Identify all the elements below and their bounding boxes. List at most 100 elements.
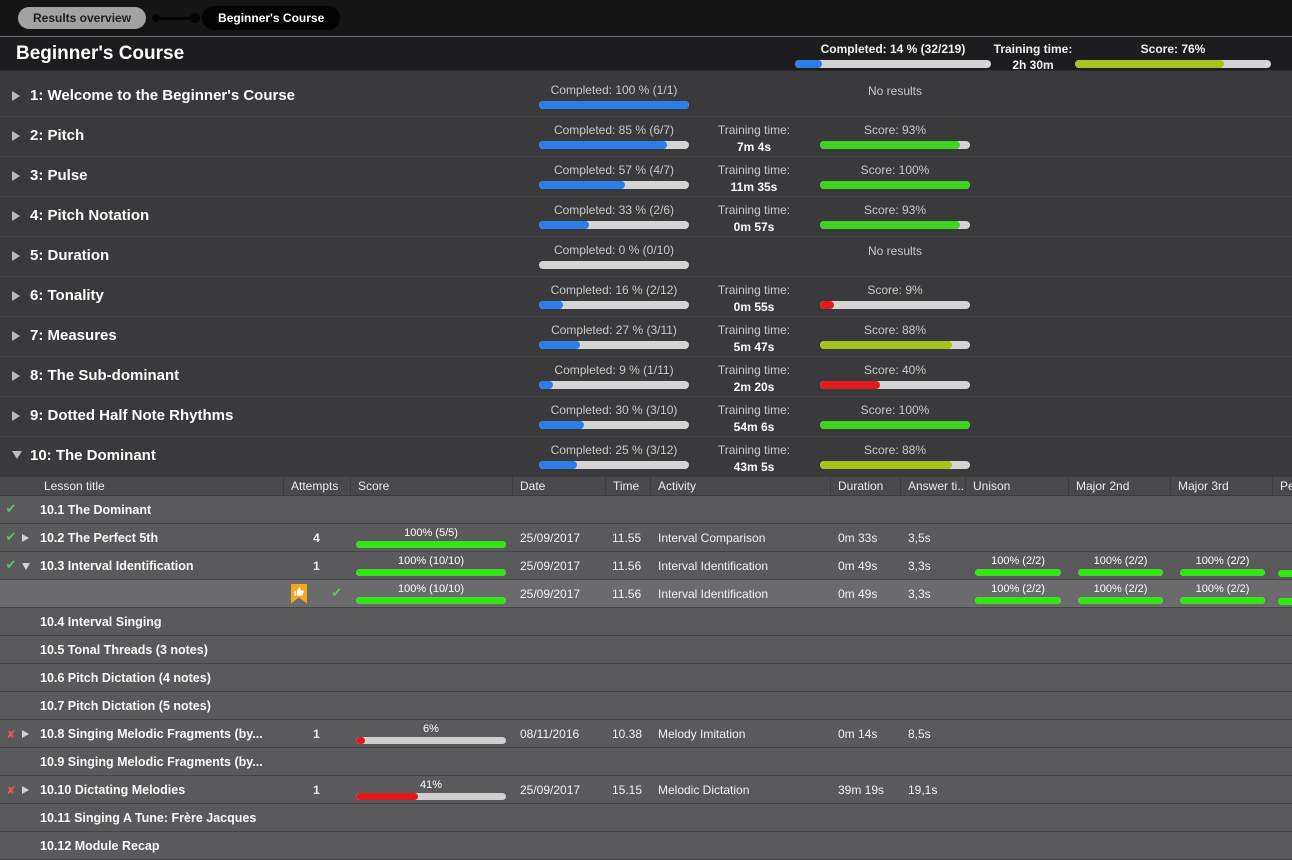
score-bar [356, 569, 506, 576]
column-header-date[interactable]: Date [512, 477, 605, 496]
expand-arrow-icon[interactable] [12, 91, 20, 101]
expand-arrow-icon[interactable] [12, 131, 20, 141]
score-label: Score: 93% [820, 203, 970, 217]
major-3rd-score-cell: 100% (2/2) [1180, 583, 1265, 604]
section-row-4[interactable]: 4: Pitch Notation Completed: 33 % (2/6) … [0, 197, 1292, 237]
column-header-score[interactable]: Score [350, 477, 512, 496]
column-header-lesson-title[interactable]: Lesson title [0, 477, 283, 496]
completed-label: Completed: 27 % (3/11) [539, 323, 689, 337]
expand-arrow-icon[interactable] [12, 411, 20, 421]
section-title[interactable]: 2: Pitch [30, 127, 84, 144]
section-title[interactable]: 3: Pulse [30, 167, 88, 184]
section-row-10[interactable]: 10: The Dominant Completed: 25 % (3/12) … [0, 437, 1292, 477]
section-row-3[interactable]: 3: Pulse Completed: 57 % (4/7) Training … [0, 157, 1292, 197]
section-row-5[interactable]: 5: Duration Completed: 0 % (0/10) No res… [0, 237, 1292, 277]
collapse-arrow-icon[interactable] [22, 563, 30, 570]
section-title[interactable]: 7: Measures [30, 327, 117, 344]
expand-arrow-icon[interactable] [22, 534, 29, 542]
unison-score-bar-fill [975, 597, 1061, 604]
attempt-subrow[interactable]: ✔ 100% (10/10) 25/09/2017 11.56 Interval… [0, 580, 1292, 608]
column-header-unison[interactable]: Unison [965, 477, 1068, 496]
completed-progress-bar [539, 141, 689, 149]
score-progress-bar [820, 421, 970, 429]
score-label: Score: 40% [820, 363, 970, 377]
collapse-arrow-icon[interactable] [12, 451, 22, 459]
section-title[interactable]: 1: Welcome to the Beginner's Course [30, 87, 295, 104]
table-row[interactable]: ✔ 10.3 Interval Identification 1 100% (1… [0, 552, 1292, 580]
lesson-title: 10.1 The Dominant [40, 503, 283, 517]
table-row[interactable]: ✔ 10.2 The Perfect 5th 4 100% (5/5) 25/0… [0, 524, 1292, 552]
score-progress-fill [820, 381, 880, 389]
column-header-activity[interactable]: Activity [650, 477, 830, 496]
table-row[interactable]: 10.6 Pitch Dictation (4 notes) [0, 664, 1292, 692]
results-overview-button[interactable]: Results overview [18, 7, 146, 29]
expand-arrow-icon[interactable] [12, 291, 20, 301]
table-row[interactable]: 10.11 Singing A Tune: Frère Jacques [0, 804, 1292, 832]
fail-x-icon: ✘ [6, 728, 15, 741]
score-value: 100% (10/10) [356, 555, 506, 567]
completed-progress-fill [795, 60, 822, 68]
score-bar [356, 541, 506, 548]
table-row[interactable]: ✔ 10.1 The Dominant [0, 496, 1292, 524]
column-header-answer-time[interactable]: Answer ti... [900, 477, 965, 496]
expand-arrow-icon[interactable] [12, 371, 20, 381]
completed-label: Completed: 0 % (0/10) [539, 243, 689, 257]
section-row-6[interactable]: 6: Tonality Completed: 16 % (2/12) Train… [0, 277, 1292, 317]
connector-line [160, 17, 190, 20]
table-row[interactable]: 10.9 Singing Melodic Fragments (by... [0, 748, 1292, 776]
date-value: 25/09/2017 [512, 783, 605, 797]
section-row-1[interactable]: 1: Welcome to the Beginner's Course Comp… [0, 77, 1292, 117]
section-title[interactable]: 9: Dotted Half Note Rhythms [30, 407, 233, 424]
section-title[interactable]: 8: The Sub-dominant [30, 367, 179, 384]
section-title[interactable]: 5: Duration [30, 247, 109, 264]
course-tab-button[interactable]: Beginner's Course [202, 6, 340, 30]
table-row[interactable]: 10.5 Tonal Threads (3 notes) [0, 636, 1292, 664]
score-label: Score: 100% [820, 403, 970, 417]
answer-time-value: 8,5s [900, 727, 965, 741]
perfect-score-bar-partial [1278, 598, 1292, 605]
table-row[interactable]: ✘ 10.8 Singing Melodic Fragments (by... … [0, 720, 1292, 748]
table-row[interactable]: 10.12 Module Recap [0, 832, 1292, 860]
column-header-duration[interactable]: Duration [830, 477, 900, 496]
lesson-table: Lesson title Attempts Score Date Time Ac… [0, 477, 1292, 860]
section-row-8[interactable]: 8: The Sub-dominant Completed: 9 % (1/11… [0, 357, 1292, 397]
expand-arrow-icon[interactable] [12, 331, 20, 341]
section-title[interactable]: 6: Tonality [30, 287, 104, 304]
major-3rd-score-cell: 100% (2/2) [1180, 555, 1265, 576]
table-row[interactable]: ✘ 10.10 Dictating Melodies 1 41% 25/09/2… [0, 776, 1292, 804]
major-3rd-score-bar [1180, 597, 1265, 604]
lesson-title: 10.7 Pitch Dictation (5 notes) [40, 699, 283, 713]
column-header-major-3rd[interactable]: Major 3rd [1170, 477, 1272, 496]
completed-label: Completed: 25 % (3/12) [539, 443, 689, 457]
lesson-title: 10.11 Singing A Tune: Frère Jacques [40, 811, 283, 825]
completed-progress-fill [539, 141, 667, 149]
attempts-value: 4 [283, 531, 350, 545]
time-value: 10.38 [605, 727, 650, 741]
section-list: 1: Welcome to the Beginner's Course Comp… [0, 71, 1292, 477]
score-value: 100% (10/10) [356, 583, 506, 595]
column-header-major-2nd[interactable]: Major 2nd [1068, 477, 1170, 496]
table-row[interactable]: 10.4 Interval Singing [0, 608, 1292, 636]
expand-arrow-icon[interactable] [12, 171, 20, 181]
score-bar-fill [356, 569, 506, 576]
section-score-stat: Score: 93% [820, 123, 970, 149]
major-2nd-score-value: 100% (2/2) [1078, 583, 1163, 595]
section-title[interactable]: 10: The Dominant [30, 447, 156, 464]
column-header-perfect[interactable]: Pe... [1272, 477, 1292, 496]
section-title[interactable]: 4: Pitch Notation [30, 207, 149, 224]
breadcrumb-connector [152, 13, 200, 23]
expand-arrow-icon[interactable] [22, 730, 29, 738]
lesson-title: 10.9 Singing Melodic Fragments (by... [40, 755, 283, 769]
section-row-7[interactable]: 7: Measures Completed: 27 % (3/11) Train… [0, 317, 1292, 357]
column-header-time[interactable]: Time [605, 477, 650, 496]
course-header: Beginner's Course Completed: 14 % (32/21… [0, 36, 1292, 71]
expand-arrow-icon[interactable] [22, 786, 29, 794]
section-row-9[interactable]: 9: Dotted Half Note Rhythms Completed: 3… [0, 397, 1292, 437]
table-row[interactable]: 10.7 Pitch Dictation (5 notes) [0, 692, 1292, 720]
column-header-attempts[interactable]: Attempts [283, 477, 350, 496]
section-row-2[interactable]: 2: Pitch Completed: 85 % (6/7) Training … [0, 117, 1292, 157]
expand-arrow-icon[interactable] [12, 211, 20, 221]
score-bar-fill [356, 737, 365, 744]
expand-arrow-icon[interactable] [12, 251, 20, 261]
score-label: Score: 88% [820, 323, 970, 337]
